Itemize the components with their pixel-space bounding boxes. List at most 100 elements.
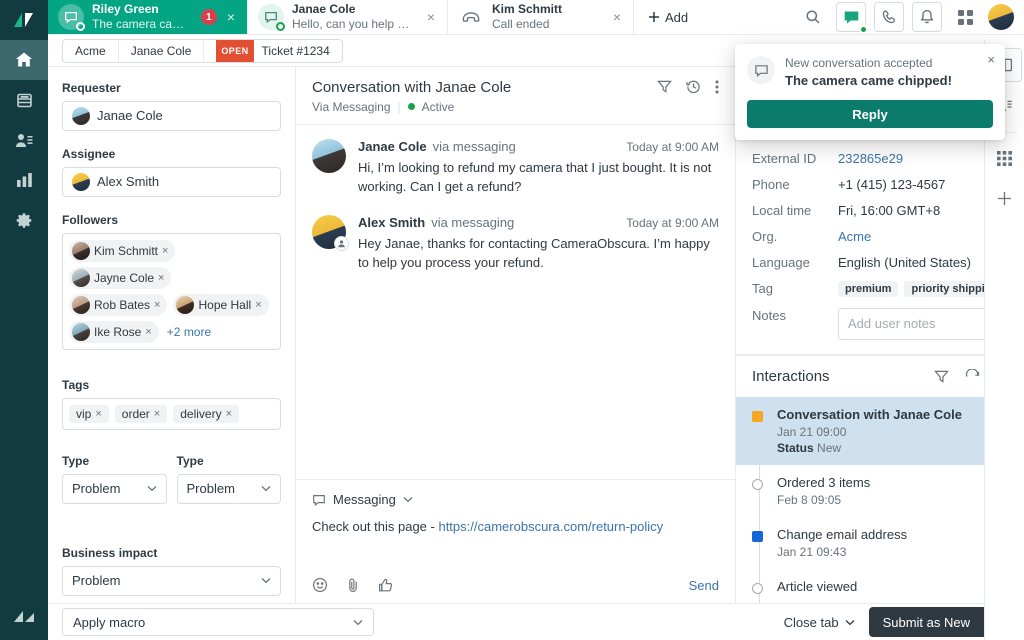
attachment-clip-icon[interactable] — [346, 577, 360, 593]
remove-icon[interactable]: × — [158, 272, 164, 284]
sidebar-item-views[interactable] — [0, 80, 48, 120]
follower-chip[interactable]: Kim Schmitt × — [69, 240, 175, 262]
apply-macro-select[interactable]: Apply macro — [62, 608, 374, 636]
reply-button[interactable]: Reply — [747, 100, 993, 128]
message-text: Hi, I’m looking to refund my camera that… — [358, 158, 719, 197]
followers-chips[interactable]: Kim Schmitt × Jayne Cole × Rob Bates × — [62, 233, 281, 350]
row-value: Fri, 16:00 GMT+8 — [838, 203, 1008, 218]
sidebar-item-reporting[interactable] — [0, 160, 48, 200]
apps-grid-icon[interactable] — [950, 2, 980, 32]
user-avatar[interactable] — [988, 4, 1014, 30]
followers-more-link[interactable]: +2 more — [165, 325, 211, 339]
remove-icon[interactable]: × — [162, 245, 168, 257]
plus-icon — [648, 11, 660, 23]
add-tab-button[interactable]: Add — [634, 0, 702, 34]
refresh-icon[interactable] — [965, 369, 980, 384]
zendesk-logo-icon[interactable] — [0, 0, 48, 40]
assignee-input[interactable]: Alex Smith — [62, 167, 281, 197]
user-row-external-id: External ID 232865e29 — [752, 151, 1008, 166]
emoji-icon[interactable] — [312, 577, 328, 593]
remove-icon[interactable]: × — [154, 408, 160, 420]
remove-icon[interactable]: × — [145, 326, 151, 338]
business-impact-select[interactable]: Problem — [62, 566, 281, 596]
tags-chips[interactable]: vip × order × delivery × — [62, 398, 281, 430]
close-icon[interactable]: × — [987, 52, 995, 67]
remove-icon[interactable]: × — [255, 299, 261, 311]
sidebar-item-settings[interactable] — [0, 200, 48, 240]
online-indicator-dot — [859, 25, 868, 34]
type-right-select[interactable]: Problem — [177, 474, 282, 504]
requester-input[interactable]: Janae Cole — [62, 101, 281, 131]
tab-close-icon[interactable]: × — [425, 9, 437, 25]
conversation-actions — [657, 79, 719, 95]
chevron-down-icon — [147, 485, 157, 492]
filter-icon[interactable] — [934, 369, 949, 384]
submit-button[interactable]: Submit as New — [869, 607, 984, 637]
tab-title: Riley Green — [92, 2, 193, 17]
tab-subtitle: Call ended — [492, 17, 603, 32]
timeline-item-order[interactable]: Ordered 3 items Feb 8 09:05 — [736, 465, 1024, 517]
timeline-time: Jan 21 09:00 — [777, 425, 1008, 439]
follower-chip[interactable]: Ike Rose × — [69, 321, 159, 343]
composer-link[interactable]: https://camerobscura.com/return-policy — [438, 519, 663, 534]
tab-riley-green[interactable]: Riley Green The camera came ... 1 × — [48, 0, 248, 34]
follower-chip[interactable]: Hope Hall × — [173, 294, 268, 316]
timeline-item-email-change[interactable]: Change email address Jan 21 09:43 — [736, 517, 1024, 569]
follower-chip[interactable]: Jayne Cole × — [69, 267, 171, 289]
notifications-bell-icon[interactable] — [912, 2, 942, 32]
ticket-label: Ticket #1234 — [262, 40, 330, 62]
apps-grid-icon[interactable] — [988, 141, 1022, 175]
type-right-label: Type — [177, 454, 282, 468]
remove-icon[interactable]: × — [154, 299, 160, 311]
search-icon[interactable] — [798, 2, 828, 32]
add-plus-icon[interactable] — [988, 181, 1022, 215]
type-left-select[interactable]: Problem — [62, 474, 167, 504]
tab-kim-schmitt[interactable]: Kim Schmitt Call ended × — [448, 0, 634, 34]
close-tab-button[interactable]: Close tab — [784, 615, 855, 630]
send-button[interactable]: Send — [689, 578, 719, 593]
breadcrumb-org[interactable]: Acme — [63, 40, 119, 62]
sidebar-item-customers[interactable] — [0, 120, 48, 160]
tag-chip[interactable]: order × — [115, 405, 167, 423]
history-clock-icon[interactable] — [686, 79, 701, 94]
follower-chip[interactable]: Rob Bates × — [69, 294, 167, 316]
business-impact-label: Business impact — [62, 546, 281, 560]
composer-input[interactable]: Check out this page - https://camerobscu… — [312, 517, 719, 577]
messaging-icon[interactable] — [836, 2, 866, 32]
timeline-item-conversation[interactable]: Conversation with Janae Cole Jan 21 09:0… — [736, 397, 1024, 465]
interactions-timeline: Conversation with Janae Cole Jan 21 09:0… — [736, 397, 1024, 603]
sidebar-item-home[interactable] — [0, 40, 48, 80]
thumbs-up-icon[interactable] — [378, 577, 394, 593]
row-value[interactable]: Acme — [838, 229, 1008, 244]
tag-chip[interactable]: vip × — [69, 405, 109, 423]
timeline-body: Ordered 3 items Feb 8 09:05 — [777, 475, 1008, 507]
more-vertical-icon[interactable] — [715, 79, 719, 95]
type-left-label: Type — [62, 454, 167, 468]
home-icon — [15, 51, 33, 69]
channel-selector[interactable]: Messaging — [312, 492, 719, 507]
breadcrumb: Acme Janae Cole OPEN Ticket #1234 — [62, 39, 343, 63]
breadcrumb-ticket[interactable]: OPEN Ticket #1234 — [204, 39, 341, 63]
zendesk-mark-icon[interactable] — [0, 596, 48, 640]
interactions-header: Interactions — [736, 355, 1024, 397]
user-row-org: Org. Acme — [752, 229, 1008, 244]
tab-close-icon[interactable]: × — [611, 9, 623, 25]
talk-icon[interactable] — [874, 2, 904, 32]
tag-chip[interactable]: delivery × — [173, 405, 239, 423]
conversation-channel: Via Messaging — [312, 100, 391, 114]
composer-toolbar: Send — [312, 577, 719, 593]
conversation-subtitle: Via Messaging | Active — [312, 100, 511, 114]
remove-icon[interactable]: × — [95, 408, 101, 420]
user-notes-input[interactable]: Add user notes — [838, 308, 1008, 340]
tab-close-icon[interactable]: × — [225, 9, 237, 25]
timeline-item-article-viewed[interactable]: Article viewed — [736, 569, 1024, 603]
chevron-down-icon — [845, 619, 855, 626]
avatar — [72, 242, 90, 260]
tag-name: vip — [76, 407, 91, 421]
tab-janae-cole[interactable]: Janae Cole Hello, can you help me? × — [248, 0, 448, 34]
tab-text-group: Kim Schmitt Call ended — [492, 2, 603, 32]
breadcrumb-user[interactable]: Janae Cole — [119, 40, 205, 62]
row-value[interactable]: 232865e29 — [838, 151, 1008, 166]
remove-icon[interactable]: × — [226, 408, 232, 420]
filter-icon[interactable] — [657, 79, 672, 94]
